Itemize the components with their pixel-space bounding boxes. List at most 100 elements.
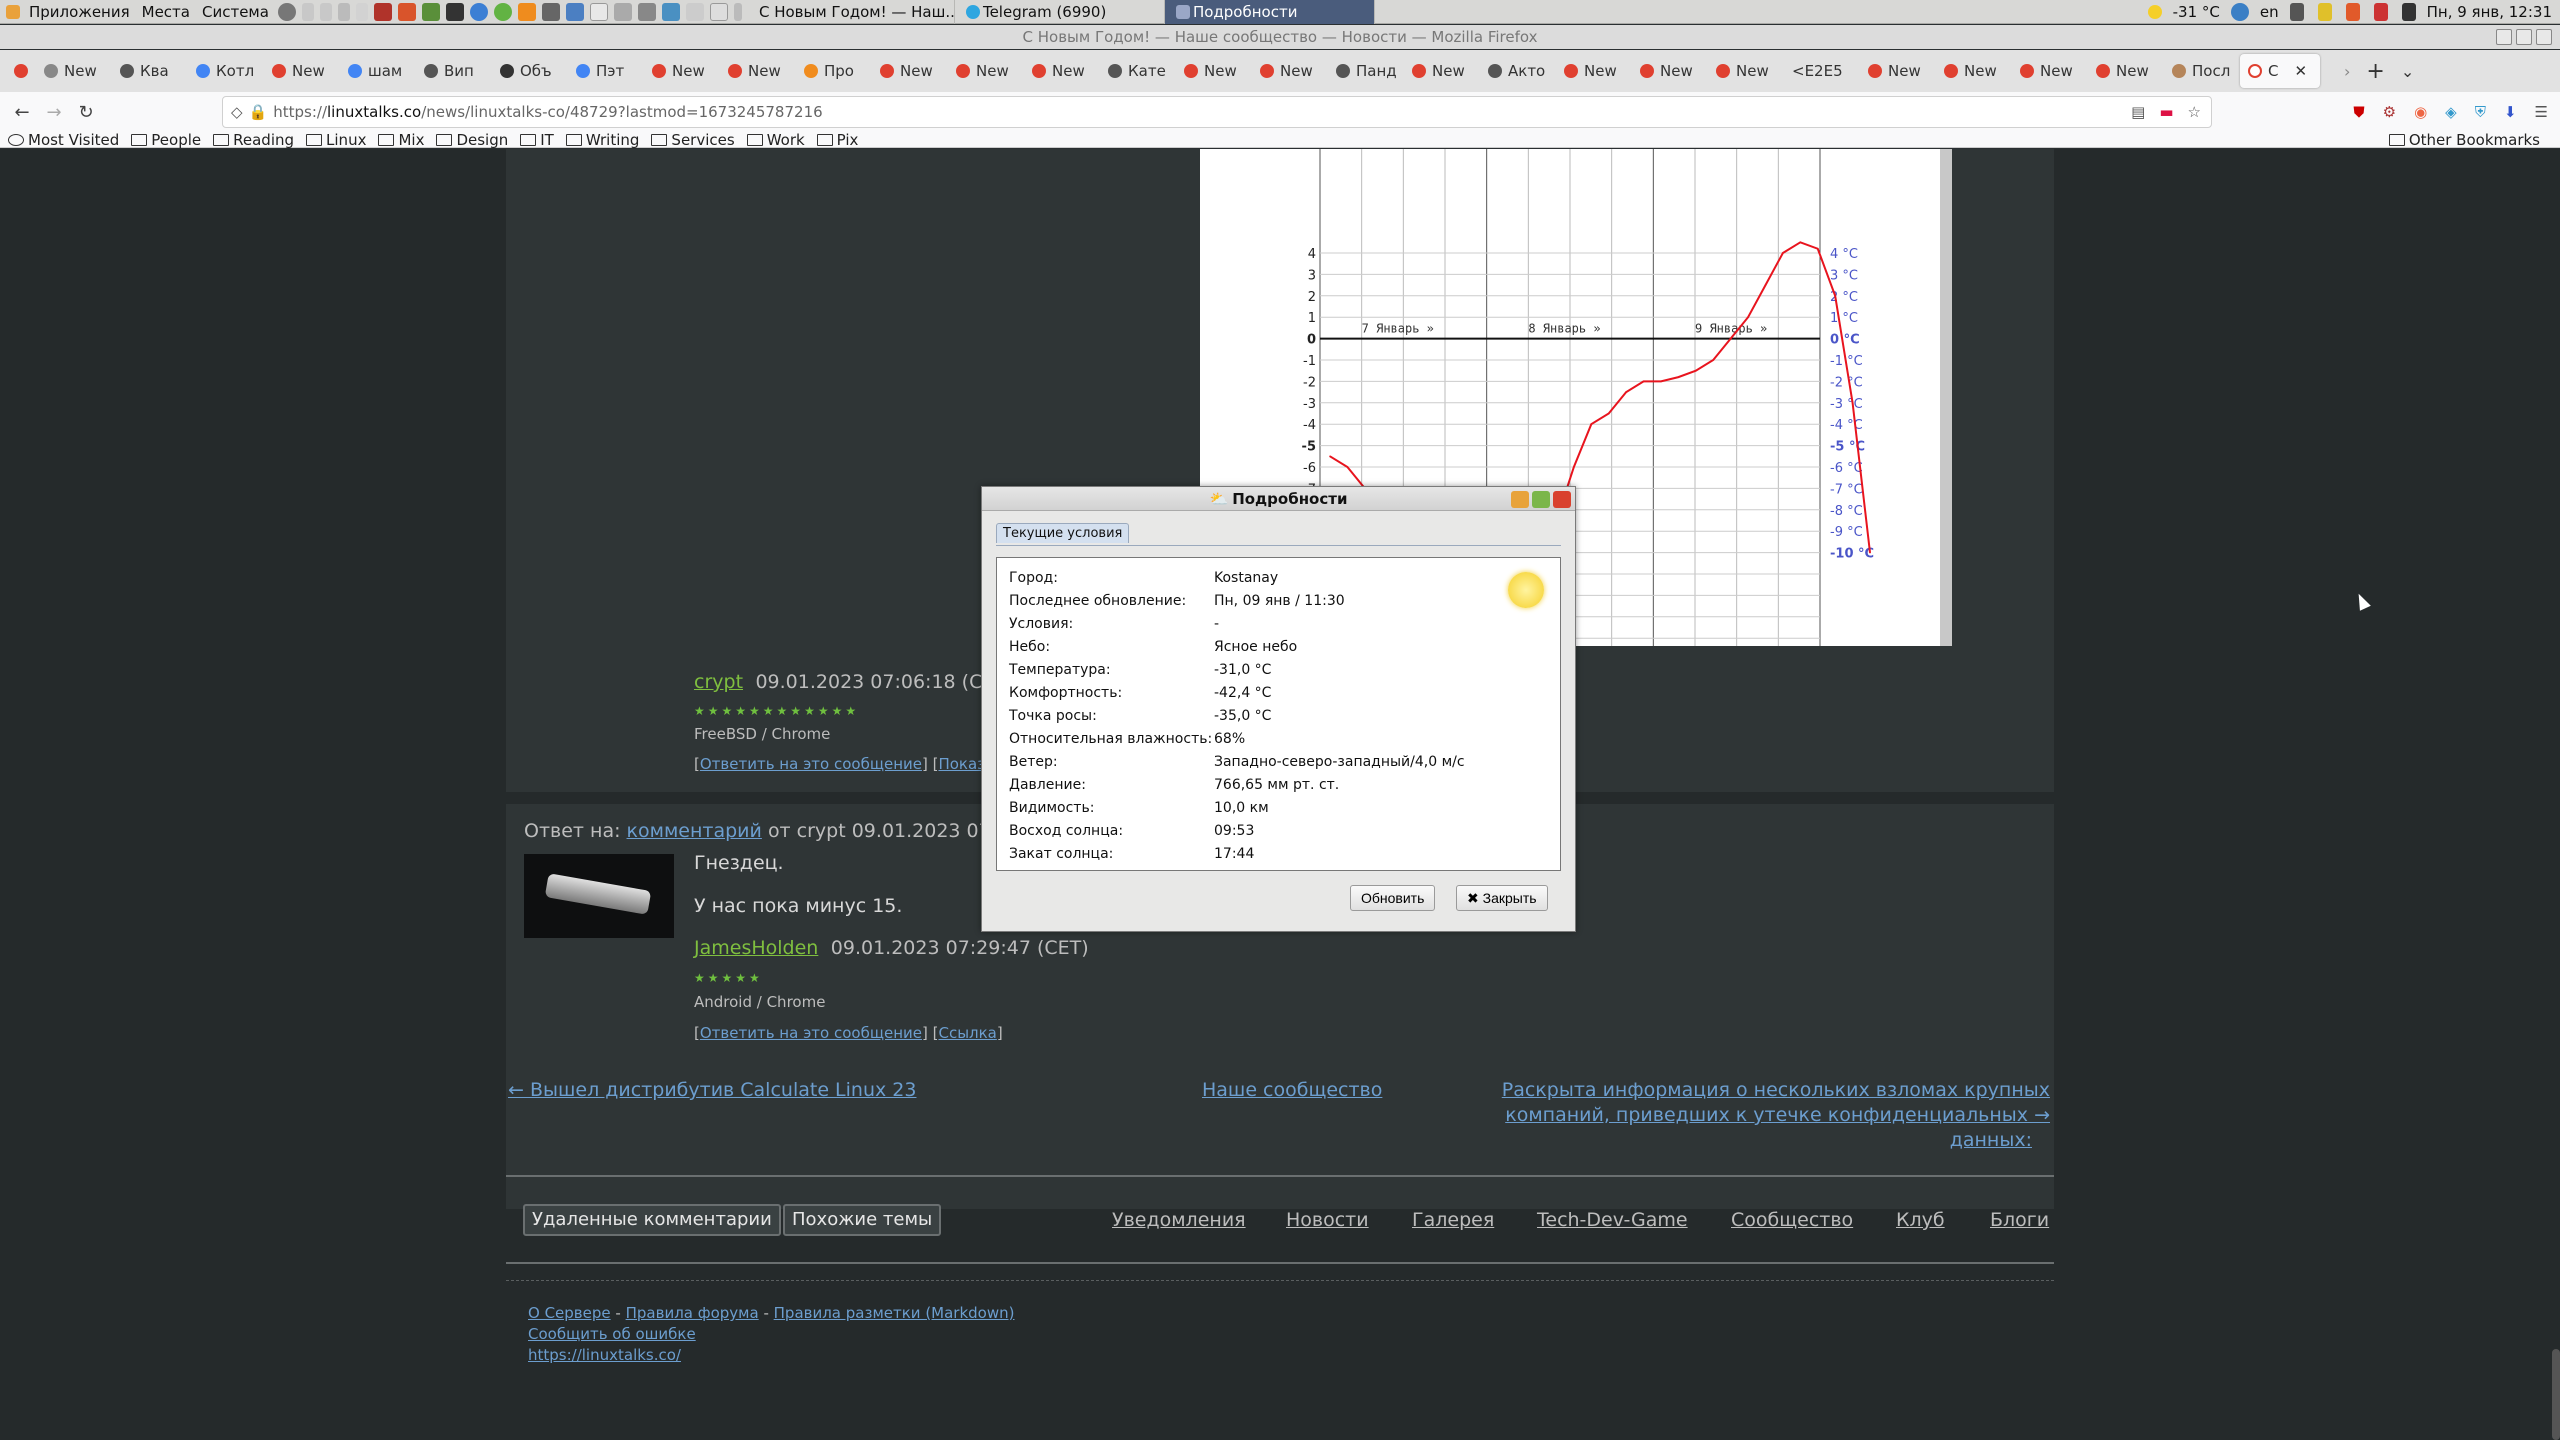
deleted-comments-button[interactable]: Удаленные комментарии <box>523 1204 781 1236</box>
site-link[interactable]: https://linuxtalks.co/ <box>528 1346 681 1364</box>
gear-icon[interactable] <box>541 2 560 21</box>
tab-close-icon[interactable]: ✕ <box>2294 62 2307 80</box>
tab-active[interactable]: С ✕ <box>2240 54 2320 88</box>
next-article-link-2[interactable]: компаний, приведших к утечке конфиденциа… <box>1505 1104 2050 1126</box>
weather-reading[interactable]: -31 °C <box>2173 3 2220 21</box>
keyboard-layout[interactable]: en <box>2260 3 2279 21</box>
monitor-icon[interactable] <box>2401 3 2416 21</box>
report-bug-link[interactable]: Сообщить об ошибке <box>528 1325 696 1343</box>
tab-item[interactable]: New <box>872 54 948 88</box>
footer-link-gallery[interactable]: Галерея <box>1412 1204 1494 1236</box>
browser-icon[interactable] <box>469 2 488 21</box>
editor-icon[interactable] <box>565 2 584 21</box>
bookmark-star-icon[interactable]: ☆ <box>2188 103 2201 121</box>
tab-scroll-icon[interactable]: › <box>2344 62 2350 81</box>
reply-link[interactable]: Ответить на это сообщение <box>700 1024 922 1042</box>
footer-link-notifications[interactable]: Уведомления <box>1112 1204 1246 1236</box>
footer-link-community[interactable]: Сообщество <box>1731 1204 1853 1236</box>
tab-pinned[interactable] <box>6 54 36 88</box>
menu-system[interactable]: Система <box>196 0 275 24</box>
maximize-button[interactable] <box>2516 29 2532 45</box>
scrollbar-thumb[interactable] <box>2552 1349 2560 1440</box>
reload-button[interactable]: ↻ <box>70 102 102 123</box>
clock[interactable]: Пн, 9 янв, 12:31 <box>2427 3 2552 21</box>
reader-icon[interactable]: ▤ <box>2131 103 2145 121</box>
tab-item[interactable]: шам <box>340 54 416 88</box>
tab-item[interactable]: New <box>644 54 720 88</box>
footer-about-link[interactable]: О Сервере <box>528 1304 611 1322</box>
tab-item[interactable]: New <box>720 54 796 88</box>
tab-item[interactable]: Про <box>796 54 872 88</box>
community-link[interactable]: Наше сообщество <box>1202 1079 1382 1101</box>
menu-icon[interactable]: ☰ <box>2535 103 2548 121</box>
bookmark-folder-services[interactable]: Services <box>651 131 734 149</box>
bookmark-folder-it[interactable]: IT <box>520 131 554 149</box>
bookmark-most-visited[interactable]: Most Visited <box>8 131 119 149</box>
reply-target-link[interactable]: комментарий <box>627 820 762 842</box>
tab-item[interactable]: New <box>948 54 1024 88</box>
translate-icon[interactable]: ▬ <box>2159 103 2173 121</box>
vlc-icon[interactable] <box>517 2 536 21</box>
lock-icon[interactable]: 🔒 <box>249 103 268 121</box>
extension-icon[interactable]: ⚙ <box>2383 103 2396 121</box>
launcher-icon[interactable] <box>373 2 392 21</box>
screenshot-icon[interactable] <box>613 2 632 21</box>
permalink[interactable]: Ссылка <box>938 1024 996 1042</box>
tab-list-icon[interactable]: ⌄ <box>2401 62 2414 81</box>
tab-item[interactable]: New <box>1936 54 2012 88</box>
shield-icon[interactable]: ◇ <box>231 103 243 121</box>
bookmark-folder-reading[interactable]: Reading <box>213 131 294 149</box>
shield-ext-icon[interactable]: ⛨ <box>2475 103 2486 121</box>
bookmark-folder-pix[interactable]: Pix <box>817 131 859 149</box>
close-button[interactable] <box>2536 29 2552 45</box>
back-button[interactable]: ← <box>6 102 38 123</box>
tab-item[interactable]: New <box>264 54 340 88</box>
tab-item[interactable]: Вип <box>416 54 492 88</box>
privacy-icon[interactable]: ◈ <box>2445 103 2457 121</box>
volume-icon[interactable] <box>2289 3 2304 21</box>
similar-topics-button[interactable]: Похожие темы <box>783 1204 942 1236</box>
download-icon[interactable] <box>421 2 440 21</box>
refresh-button[interactable]: Обновить <box>1350 885 1436 911</box>
tab-item[interactable]: New <box>1632 54 1708 88</box>
prev-article-link[interactable]: ← Вышел дистрибутив Calculate Linux 23 <box>508 1079 916 1101</box>
tab-item[interactable]: New <box>1252 54 1328 88</box>
forward-button[interactable]: → <box>38 102 70 123</box>
close-dialog-button[interactable]: ✖ Закрыть <box>1456 885 1548 911</box>
notes-tray-icon[interactable] <box>2317 3 2332 21</box>
update-icon[interactable] <box>2373 3 2388 21</box>
menu-applications[interactable]: Приложения <box>23 0 136 24</box>
tab-item[interactable]: New <box>1024 54 1100 88</box>
footer-link-news[interactable]: Новости <box>1286 1204 1369 1236</box>
tools-icon[interactable] <box>637 2 656 21</box>
reply-link[interactable]: Ответить на это сообщение <box>700 755 922 773</box>
dialog-maximize-button[interactable] <box>1532 491 1550 508</box>
brave-icon[interactable] <box>397 2 416 21</box>
network-icon[interactable] <box>2230 3 2249 21</box>
bookmark-folder-linux[interactable]: Linux <box>306 131 366 149</box>
notes-icon[interactable] <box>709 2 728 21</box>
download-ext-icon[interactable]: ⬇ <box>2504 103 2517 121</box>
bookmark-other[interactable]: Other Bookmarks <box>2389 131 2540 149</box>
sun-icon[interactable] <box>2147 5 2162 19</box>
tab-current-conditions[interactable]: Текущие условия <box>996 523 1130 543</box>
task-firefox[interactable]: С Новым Годом! — Наш... <box>745 0 955 24</box>
tab-item[interactable]: Котл <box>188 54 264 88</box>
player-icon[interactable] <box>493 2 512 21</box>
document-icon[interactable] <box>589 2 608 21</box>
tab-item[interactable]: New <box>1708 54 1784 88</box>
url-field[interactable]: ◇ 🔒 https://linuxtalks.co/news/linuxtalk… <box>222 96 2212 128</box>
tab-item[interactable]: New <box>1176 54 1252 88</box>
tab-item[interactable]: New <box>2088 54 2164 88</box>
tab-item[interactable]: Ква <box>112 54 188 88</box>
footer-markdown-link[interactable]: Правила разметки (Markdown) <box>774 1304 1015 1322</box>
apps-icon[interactable] <box>6 4 20 19</box>
task-details[interactable]: Подробности <box>1164 0 1375 24</box>
tab-item[interactable]: Пэт <box>568 54 644 88</box>
author-link[interactable]: crypt <box>694 671 743 693</box>
footer-link-blogs[interactable]: Блоги <box>1990 1204 2049 1236</box>
tab-item[interactable]: Акто <box>1480 54 1556 88</box>
tab-item[interactable]: Объ <box>492 54 568 88</box>
search-icon[interactable] <box>277 2 296 21</box>
bookmark-folder-design[interactable]: Design <box>436 131 508 149</box>
